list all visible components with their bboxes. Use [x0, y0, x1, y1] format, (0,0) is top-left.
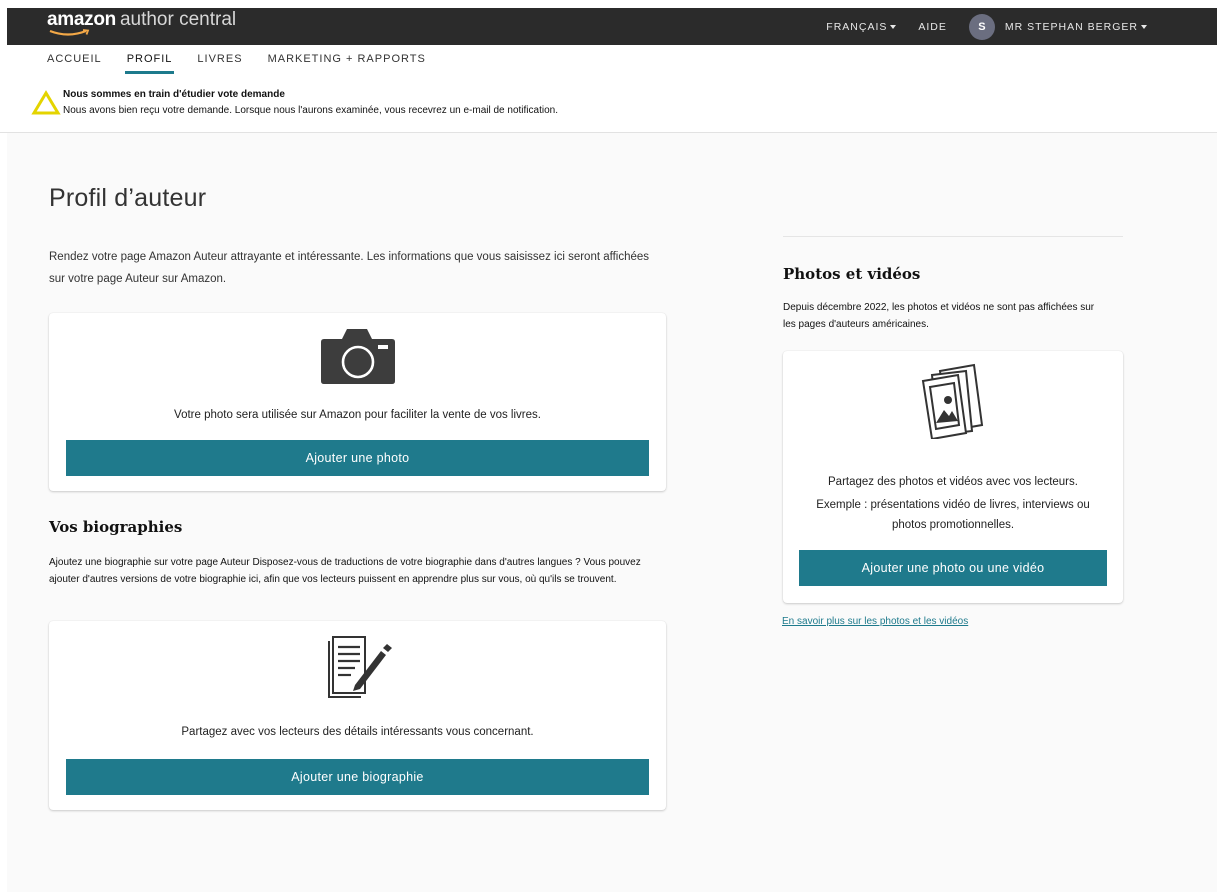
tab-accueil[interactable]: ACCUEIL: [47, 52, 102, 74]
photos-videos-card-line3: photos promotionnelles.: [891, 519, 1015, 531]
language-label: FRANÇAIS: [826, 20, 888, 33]
amazon-author-central-logo[interactable]: amazon author central: [47, 9, 236, 39]
help-link[interactable]: AIDE: [918, 21, 947, 33]
warning-triangle-icon: [31, 90, 61, 115]
tab-profil[interactable]: PROFIL: [124, 52, 175, 74]
chevron-down-icon: [1141, 24, 1147, 29]
add-photo-button[interactable]: Ajouter une photo: [66, 440, 649, 476]
tab-marketing-rapports[interactable]: MARKETING + RAPPORTS: [268, 52, 426, 74]
biographies-title: Vos biographies: [49, 518, 183, 536]
photos-videos-card-line2: Exemple : présentations vidéo de livres,…: [816, 499, 1090, 511]
photos-videos-text: Depuis décembre 2022, les photos et vidé…: [783, 302, 1095, 330]
notice-text: Nous avons bien reçu votre demande. Lors…: [63, 105, 558, 116]
amazon-smile-icon: [49, 29, 90, 36]
logo-product: author central: [119, 9, 237, 30]
chevron-down-icon: [890, 24, 897, 29]
section-divider: [783, 236, 1123, 237]
camera-icon: [321, 329, 395, 384]
profile-intro: Rendez votre page Amazon Auteur attrayan…: [49, 251, 650, 285]
user-name: MR STEPHAN BERGER: [1004, 20, 1138, 33]
add-biography-button[interactable]: Ajouter une biographie: [66, 759, 649, 795]
review-notice: Nous sommes en train d'étudier vote dema…: [0, 74, 1217, 133]
add-photo-video-button[interactable]: Ajouter une photo ou une vidéo: [799, 550, 1107, 586]
account-nav: FRANÇAIS AIDE S MR STEPHAN BERGER: [804, 8, 1147, 45]
biographies-text: Ajoutez une biographie sur votre page Au…: [49, 557, 641, 585]
photos-videos-card-line1: Partagez des photos et vidéos avec vos l…: [828, 476, 1078, 488]
help-label: AIDE: [918, 20, 947, 33]
author-photo-card: Votre photo sera utilisée sur Amazon pou…: [49, 313, 666, 491]
logo-brand: amazon: [47, 9, 116, 30]
photo-card-text: Votre photo sera utilisée sur Amazon pou…: [174, 409, 541, 421]
account-menu[interactable]: MR STEPHAN BERGER: [1005, 21, 1147, 33]
biography-card: Partagez avec vos lecteurs des détails i…: [49, 621, 666, 810]
language-selector[interactable]: FRANÇAIS: [826, 20, 897, 33]
photos-videos-card: Partagez des photos et vidéos avec vos l…: [783, 351, 1123, 603]
biography-card-text: Partagez avec vos lecteurs des détails i…: [181, 726, 534, 738]
avatar[interactable]: S: [968, 13, 995, 40]
photos-videos-title: Photos et vidéos: [783, 265, 921, 283]
notice-title: Nous sommes en train d'étudier vote dema…: [63, 89, 285, 100]
top-navigation-bar: amazon author central FRANÇAIS AIDE S MR …: [7, 8, 1217, 45]
document-pen-icon: [328, 636, 392, 698]
photo-stack-icon: [921, 363, 984, 439]
learn-more-photos-videos-link[interactable]: En savoir plus sur les photos et les vid…: [782, 616, 968, 627]
main-tabs: ACCUEIL PROFIL LIVRES MARKETING + RAPPOR…: [47, 52, 451, 74]
page-title: Profil d’auteur: [49, 184, 207, 212]
tab-livres[interactable]: LIVRES: [197, 52, 242, 74]
